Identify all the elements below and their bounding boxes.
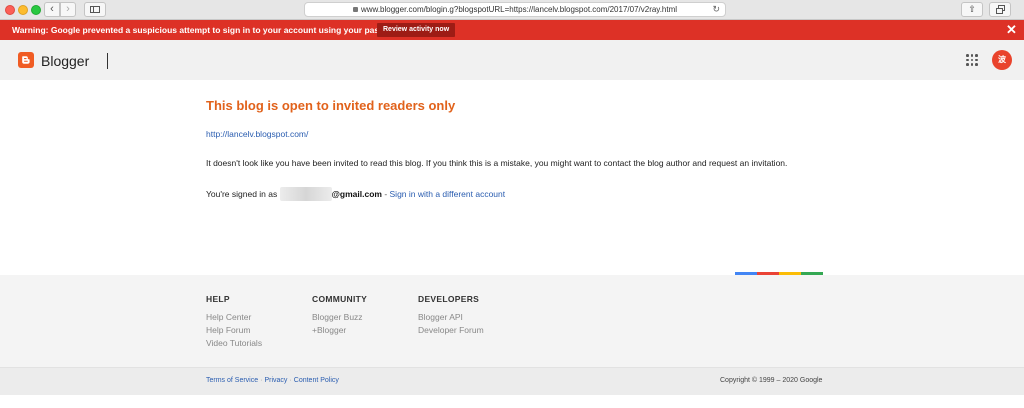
content-policy-link[interactable]: Content Policy <box>294 377 339 384</box>
footer-heading-community: COMMUNITY <box>312 294 368 304</box>
review-activity-button[interactable]: Review activity now <box>377 23 456 37</box>
back-button[interactable]: ‹ <box>44 2 60 17</box>
warning-message: Warning: Google prevented a suspicious a… <box>12 25 407 35</box>
invite-message: It doesn't look like you have been invit… <box>206 158 788 168</box>
blogger-b-icon <box>22 56 30 64</box>
redacted-email-username <box>279 187 332 201</box>
signed-in-line: You're signed in as @gmail.com - Sign in… <box>206 187 505 201</box>
show-tabs-button[interactable] <box>989 2 1011 17</box>
reload-icon[interactable]: ↻ <box>712 3 720 16</box>
legal-links: Terms of Service · Privacy · Content Policy <box>206 377 339 384</box>
footer: HELP Help Center Help Forum Video Tutori… <box>0 275 1024 367</box>
close-window-button[interactable] <box>5 5 15 15</box>
blogger-logo-icon[interactable] <box>18 52 34 68</box>
footer-column-help: HELP Help Center Help Forum Video Tutori… <box>206 294 262 350</box>
page-bottom <box>0 395 1024 408</box>
brand-name[interactable]: Blogger <box>41 53 89 69</box>
page-title: This blog is open to invited readers onl… <box>206 98 456 113</box>
forward-button[interactable]: › <box>60 2 76 17</box>
browser-toolbar: ‹ › www.blogger.com/blogin.g?blogspotURL… <box>0 0 1024 20</box>
footer-link-blogger-buzz[interactable]: Blogger Buzz <box>312 311 367 324</box>
sidebar-icon <box>90 6 100 13</box>
footer-link-plus-blogger[interactable]: +Blogger <box>312 324 367 337</box>
footer-link-video-tutorials[interactable]: Video Tutorials <box>206 337 262 350</box>
share-icon: ⇧ <box>968 4 976 14</box>
close-icon[interactable]: ✕ <box>1006 22 1017 38</box>
footer-column-developers: DEVELOPERS Blogger API Developer Forum <box>418 294 484 337</box>
privacy-link[interactable]: Privacy <box>264 377 287 384</box>
header-divider <box>107 53 108 69</box>
footer-heading-help: HELP <box>206 294 230 304</box>
chevron-right-icon: › <box>66 3 70 15</box>
footer-link-help-center[interactable]: Help Center <box>206 311 262 324</box>
terms-of-service-link[interactable]: Terms of Service <box>206 377 258 384</box>
blog-url-link[interactable]: http://lancelv.blogspot.com/ <box>206 129 308 139</box>
address-bar[interactable]: www.blogger.com/blogin.g?blogspotURL=htt… <box>304 2 726 17</box>
blogger-header: Blogger 波 <box>0 40 1024 80</box>
lock-icon <box>352 7 358 12</box>
tabs-icon-back <box>996 8 1003 14</box>
sidebar-toggle-button[interactable] <box>84 2 106 17</box>
security-warning-bar: Warning: Google prevented a suspicious a… <box>0 20 1024 40</box>
zoom-window-button[interactable] <box>31 5 41 15</box>
footer-link-help-forum[interactable]: Help Forum <box>206 324 262 337</box>
address-url: www.blogger.com/blogin.g?blogspotURL=htt… <box>360 5 678 14</box>
chevron-left-icon: ‹ <box>50 3 54 15</box>
separator: - <box>381 189 390 199</box>
footer-link-blogger-api[interactable]: Blogger API <box>418 311 484 324</box>
avatar[interactable]: 波 <box>992 50 1012 70</box>
signed-in-prefix: You're signed in as <box>206 189 278 199</box>
footer-column-community: COMMUNITY Blogger Buzz +Blogger <box>312 294 367 337</box>
footer-legal-bar: Terms of Service · Privacy · Content Policy … <box>0 367 1024 395</box>
share-button[interactable]: ⇧ <box>961 2 983 17</box>
footer-link-developer-forum[interactable]: Developer Forum <box>418 324 484 337</box>
minimize-window-button[interactable] <box>18 5 28 15</box>
apps-grid-icon[interactable] <box>966 54 978 66</box>
main-content: This blog is open to invited readers onl… <box>0 80 1024 275</box>
account-email: @gmail.com <box>331 189 382 199</box>
copyright: Copyright © 1999 – 2020 Google <box>720 377 823 384</box>
footer-heading-developers: DEVELOPERS <box>418 294 480 304</box>
switch-account-link[interactable]: Sign in with a different account <box>390 189 506 199</box>
